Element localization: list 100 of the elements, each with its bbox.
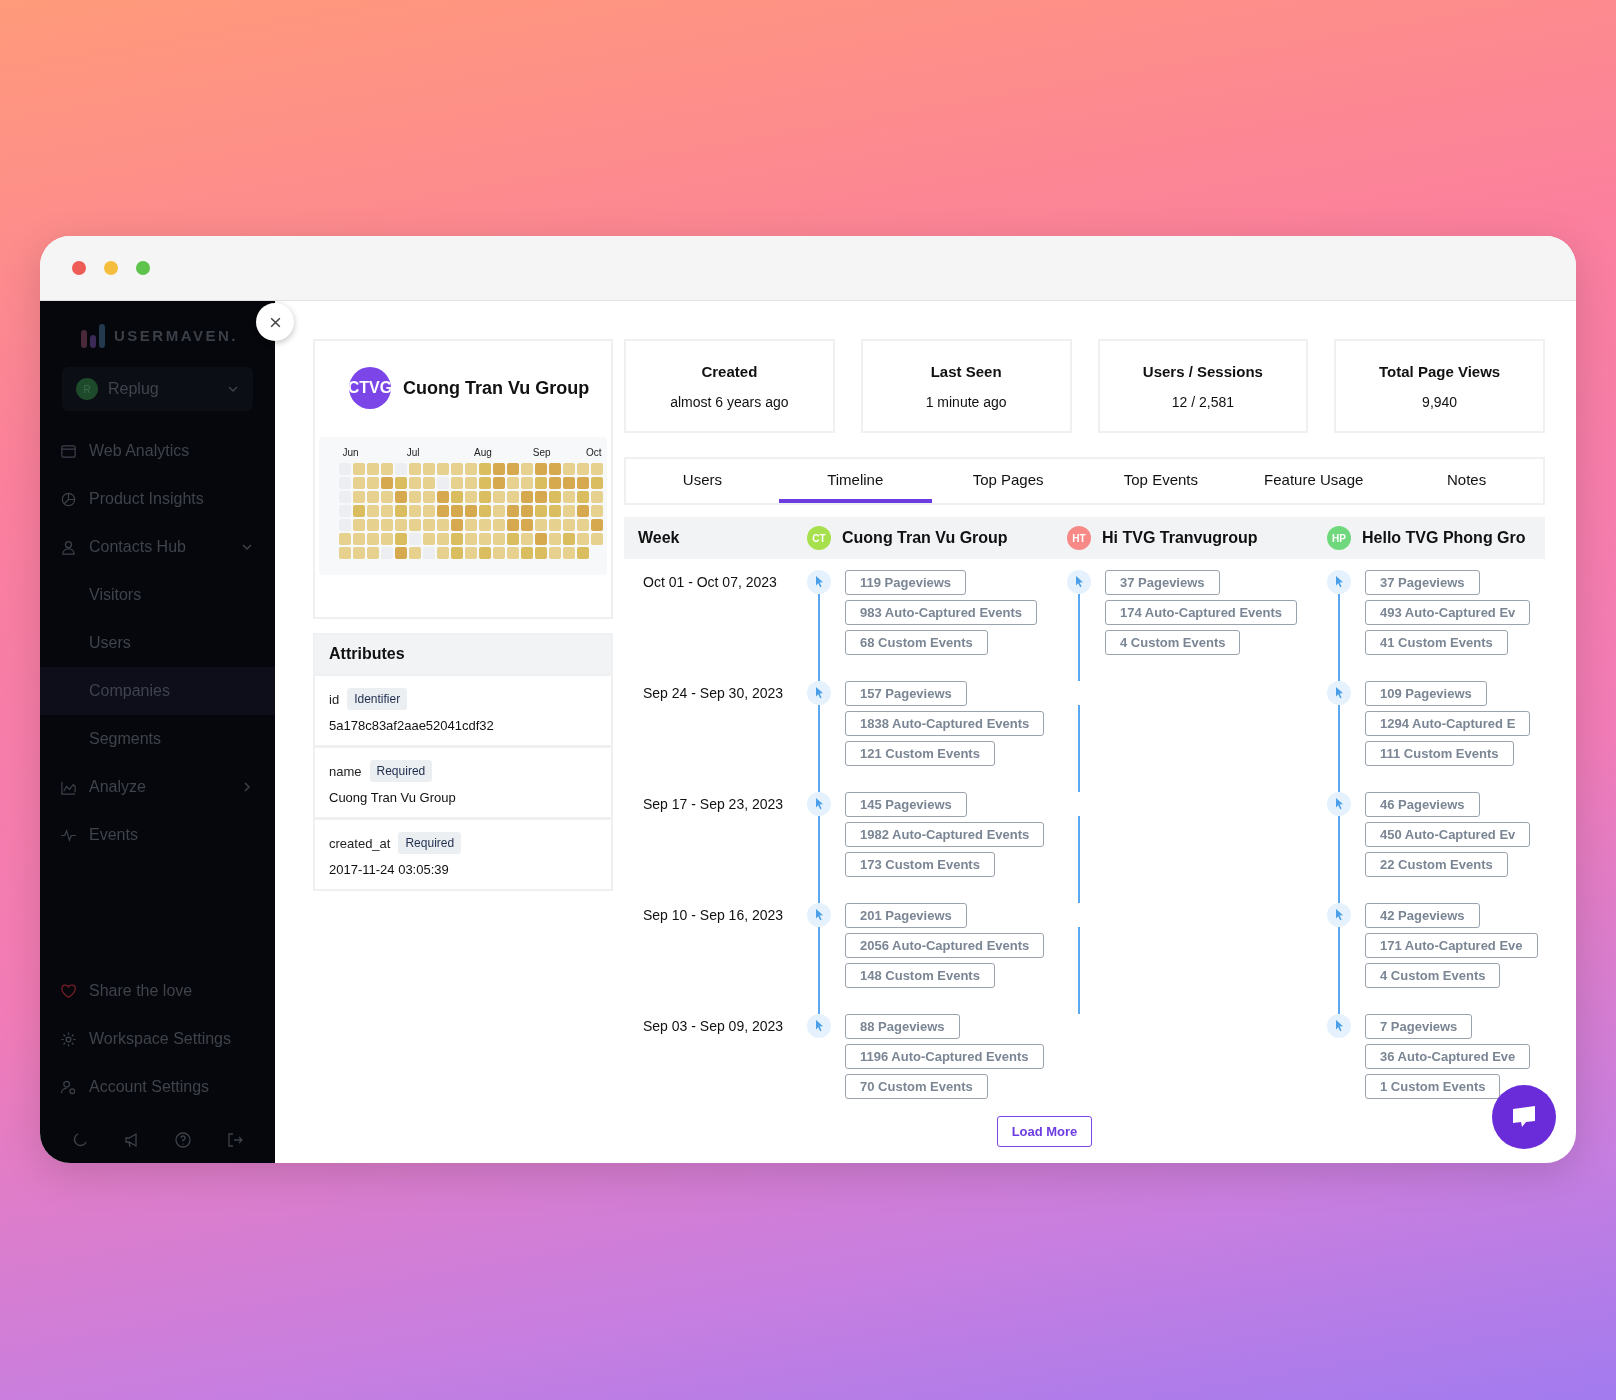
close-button[interactable] xyxy=(256,303,294,341)
nav-subitem[interactable]: Visitors xyxy=(40,571,275,619)
group-avatar: CT xyxy=(807,526,831,550)
event-count-tag: 4 Custom Events xyxy=(1105,630,1241,655)
stat-label: Total Page Views xyxy=(1379,362,1501,380)
stat-value: 12 / 2,581 xyxy=(1171,393,1234,410)
cursor-icon xyxy=(1067,570,1091,594)
nav-item[interactable]: Web Analytics xyxy=(40,427,275,475)
event-count-tag: 4 Custom Events xyxy=(1365,963,1501,988)
event-count-tag: 450 Auto-Captured Ev xyxy=(1365,822,1531,847)
nav-item[interactable]: Account Settings xyxy=(40,1063,275,1111)
nav-item[interactable]: Workspace Settings xyxy=(40,1015,275,1063)
attribute-value: 5a178c83af2aae52041cdf32 xyxy=(329,718,495,733)
tab[interactable]: Timeline xyxy=(778,459,932,503)
panel-title: Attributes xyxy=(315,635,611,673)
week-range: Sep 10 - Sep 16, 2023 xyxy=(642,906,785,925)
stat-value: 9,940 xyxy=(1422,393,1458,410)
event-count-tag: 1 Custom Events xyxy=(1365,1074,1501,1099)
cursor-icon xyxy=(807,903,831,927)
event-count-tag: 148 Custom Events xyxy=(845,963,995,988)
nav-item[interactable]: Events xyxy=(40,811,275,859)
column-heading: Week xyxy=(637,529,681,547)
cursor-icon xyxy=(1327,903,1351,927)
month-label: Jun xyxy=(342,447,359,458)
group-avatar: HT xyxy=(1067,526,1091,550)
nav-item[interactable]: Analyze xyxy=(40,763,275,811)
nav-subitem[interactable]: Segments xyxy=(40,715,275,763)
tab[interactable]: Top Events xyxy=(1084,459,1238,503)
tab[interactable]: Notes xyxy=(1390,459,1543,503)
week-range: Sep 24 - Sep 30, 2023 xyxy=(642,684,785,703)
event-count-tag: 171 Auto-Captured Eve xyxy=(1365,933,1538,958)
event-count-tag: 493 Auto-Captured Ev xyxy=(1365,600,1531,625)
logout-icon[interactable] xyxy=(226,1131,245,1149)
cursor-icon xyxy=(1327,570,1351,594)
event-count-tag: 174 Auto-Captured Events xyxy=(1105,600,1298,625)
cursor-icon xyxy=(807,570,831,594)
attribute-tag: Required xyxy=(369,760,433,782)
close-icon xyxy=(268,315,282,329)
nav-item[interactable]: Share the love xyxy=(40,967,275,1015)
event-count-tag: 173 Custom Events xyxy=(845,852,995,877)
stat-label: Created xyxy=(701,362,758,380)
week-range: Sep 03 - Sep 09, 2023 xyxy=(642,1017,785,1036)
event-count-tag: 7 Pageviews xyxy=(1365,1014,1473,1039)
event-count-tag: 1196 Auto-Captured Events xyxy=(845,1044,1044,1069)
month-label: Oct xyxy=(586,447,602,458)
attribute-name: name xyxy=(329,763,362,779)
cursor-icon xyxy=(807,1014,831,1038)
close-window-icon[interactable] xyxy=(72,261,86,275)
minimize-window-icon[interactable] xyxy=(104,261,118,275)
cursor-icon xyxy=(1327,792,1351,816)
nav-item[interactable]: Contacts Hub xyxy=(40,523,275,571)
week-range: Oct 01 - Oct 07, 2023 xyxy=(642,573,778,592)
tab[interactable]: Users xyxy=(626,459,779,503)
nav-item[interactable]: Product Insights xyxy=(40,475,275,523)
stat-label: Last Seen xyxy=(930,362,1002,380)
event-count-tag: 1982 Auto-Captured Events xyxy=(845,822,1045,847)
tab[interactable]: Feature Usage xyxy=(1237,459,1391,503)
event-count-tag: 121 Custom Events xyxy=(845,741,995,766)
cursor-icon xyxy=(807,792,831,816)
cursor-icon xyxy=(807,681,831,705)
month-label: Aug xyxy=(474,447,492,458)
event-count-tag: 201 Pageviews xyxy=(845,903,967,928)
heart-icon xyxy=(60,982,77,1000)
group-avatar: HP xyxy=(1327,526,1351,550)
event-count-tag: 111 Custom Events xyxy=(1365,741,1514,766)
event-count-tag: 2056 Auto-Captured Events xyxy=(845,933,1045,958)
event-count-tag: 36 Auto-Captured Eve xyxy=(1365,1044,1531,1069)
gear-icon xyxy=(60,1030,77,1048)
event-count-tag: 70 Custom Events xyxy=(845,1074,988,1099)
company-name: Cuong Tran Vu Group xyxy=(403,377,590,399)
event-count-tag: 109 Pageviews xyxy=(1365,681,1487,706)
month-label: Sep xyxy=(532,447,551,458)
help-icon[interactable] xyxy=(174,1131,193,1149)
cursor-icon xyxy=(1327,1014,1351,1038)
event-count-tag: 983 Auto-Captured Events xyxy=(845,600,1038,625)
nav-subitem[interactable]: Users xyxy=(40,619,275,667)
event-count-tag: 1838 Auto-Captured Events xyxy=(845,711,1045,736)
person-icon xyxy=(60,538,77,556)
attribute-tag: Required xyxy=(398,832,462,854)
month-label: Jul xyxy=(406,447,420,458)
tab[interactable]: Top Pages xyxy=(931,459,1085,503)
event-count-tag: 1294 Auto-Captured E xyxy=(1365,711,1531,736)
attribute-name: id xyxy=(329,691,340,707)
browser-icon xyxy=(60,442,77,460)
attribute-name: created_at xyxy=(329,835,391,851)
event-count-tag: 37 Pageviews xyxy=(1365,570,1480,595)
stat-value: almost 6 years ago xyxy=(670,393,789,410)
load-more-button[interactable]: Load More xyxy=(996,1116,1093,1147)
event-count-tag: 46 Pageviews xyxy=(1365,792,1480,817)
attribute-tag: Identifier xyxy=(347,688,408,710)
chevron-down-icon xyxy=(227,383,239,395)
event-count-tag: 157 Pageviews xyxy=(845,681,967,706)
stat-label: Users / Sessions xyxy=(1142,362,1263,380)
brand-name: USERMAVEN. xyxy=(114,326,238,344)
attribute-value: 2017-11-24 03:05:39 xyxy=(329,862,450,877)
zoom-window-icon[interactable] xyxy=(136,261,150,275)
event-count-tag: 41 Custom Events xyxy=(1365,630,1508,655)
pie-icon xyxy=(60,490,77,508)
pulse-icon xyxy=(60,826,77,844)
event-count-tag: 88 Pageviews xyxy=(845,1014,960,1039)
